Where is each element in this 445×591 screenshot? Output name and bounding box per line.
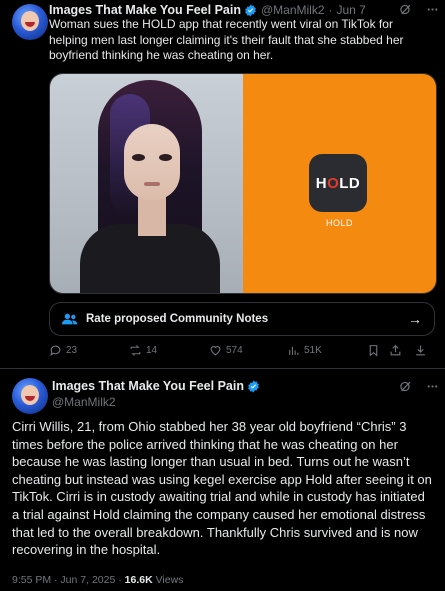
more-icon[interactable]	[426, 3, 439, 16]
header-actions	[399, 380, 439, 393]
views-label: Views	[155, 574, 184, 586]
repost-icon	[130, 345, 141, 356]
hold-caption: HOLD	[325, 218, 353, 228]
share-icon	[390, 344, 401, 356]
tweet-meta: 9:55 PM · Jun 7, 2025 · 16.6K Views	[12, 574, 183, 586]
share-button[interactable]	[389, 344, 402, 357]
arrow-right-icon: →	[408, 311, 422, 327]
views-count: 16.6K	[124, 574, 153, 586]
community-notes-icon	[62, 313, 78, 325]
reply-icon	[50, 345, 61, 357]
avatar[interactable]	[12, 378, 48, 414]
tweet-timestamp[interactable]: 9:55 PM · Jun 7, 2025 ·	[12, 574, 125, 586]
repost-button[interactable]: 14	[129, 344, 157, 357]
bookmark-icon	[369, 345, 378, 357]
divider	[0, 368, 445, 369]
avatar[interactable]	[12, 4, 48, 40]
more-icon[interactable]	[426, 380, 439, 393]
download-button[interactable]	[414, 344, 427, 357]
community-notes-button[interactable]: Rate proposed Community Notes →	[49, 302, 435, 336]
header-actions	[399, 3, 439, 16]
hold-app-image[interactable]: HOLD HOLD	[243, 74, 436, 293]
community-notes-label: Rate proposed Community Notes	[86, 313, 269, 325]
mugshot-image[interactable]	[50, 74, 243, 293]
download-icon	[416, 345, 425, 356]
tweet-date[interactable]: Jun 7	[337, 3, 366, 17]
like-button[interactable]: 574	[209, 344, 243, 357]
tweet-header: Images That Make You Feel Pain @ManMilk2…	[49, 3, 366, 17]
view-count: 51K	[304, 345, 322, 356]
grok-icon[interactable]	[399, 3, 412, 16]
bookmark-button[interactable]	[367, 344, 380, 357]
tweet-header: Images That Make You Feel Pain	[52, 379, 260, 393]
tweet-text: Cirri Willis, 21, from Ohio stabbed her …	[12, 419, 432, 558]
tweet-text: Woman sues the HOLD app that recently we…	[49, 17, 404, 62]
separator: ·	[328, 3, 333, 17]
heart-icon	[210, 346, 221, 356]
display-name[interactable]: Images That Make You Feel Pain	[52, 379, 244, 393]
hold-app-logo: HOLD	[309, 154, 367, 212]
verified-badge-icon	[245, 4, 256, 16]
repost-count: 14	[146, 345, 158, 356]
chart-icon	[289, 346, 299, 355]
tweet-1[interactable]: Images That Make You Feel Pain @ManMilk2…	[0, 0, 445, 368]
handle[interactable]: @ManMilk2	[261, 3, 325, 17]
reply-count: 23	[66, 345, 78, 356]
like-count: 574	[226, 345, 243, 356]
handle[interactable]: @ManMilk2	[52, 395, 116, 409]
views-button[interactable]: 51K	[287, 344, 322, 357]
grok-icon[interactable]	[399, 380, 412, 393]
tweet-actions: 23 14 574 51K	[49, 344, 435, 360]
display-name[interactable]: Images That Make You Feel Pain	[49, 3, 241, 17]
reply-button[interactable]: 23	[49, 344, 77, 357]
tweet-media[interactable]: HOLD HOLD	[49, 73, 437, 294]
verified-badge-icon	[248, 380, 259, 392]
